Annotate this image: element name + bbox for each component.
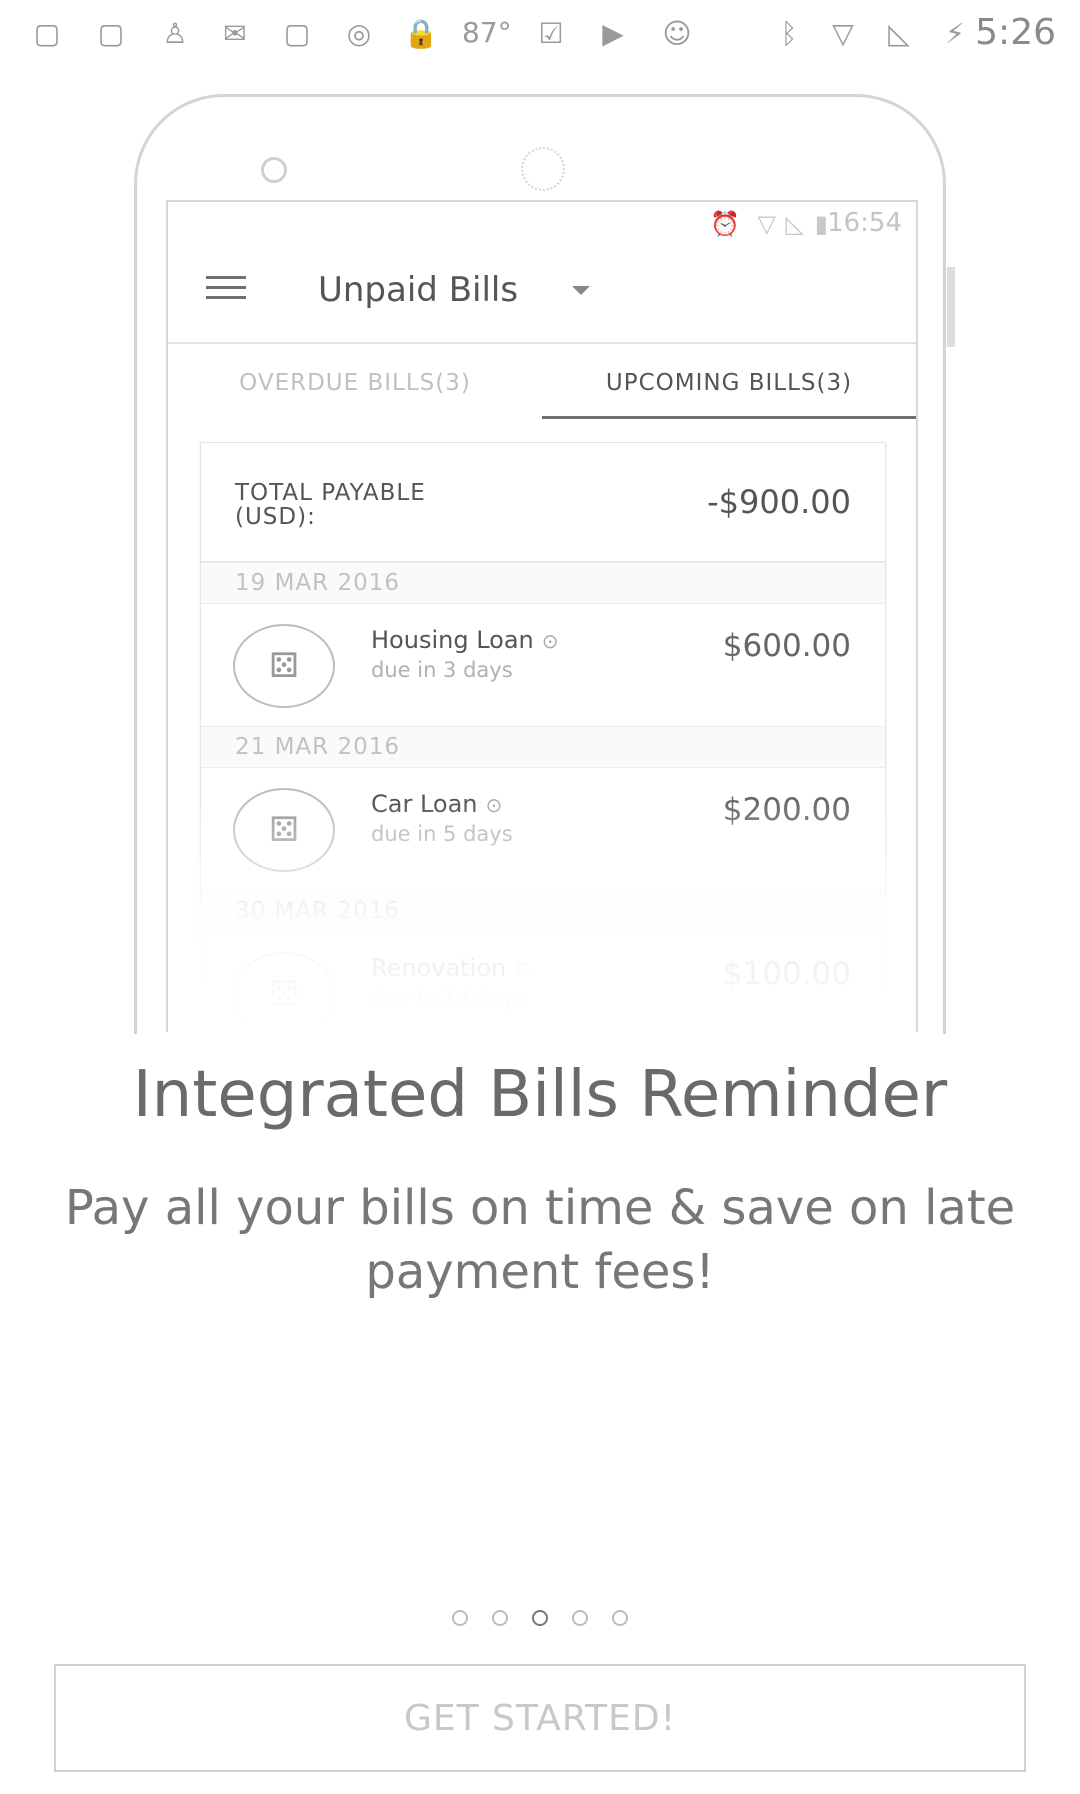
bill-item: ⚄ Renovation ⊙ due in 14 days $100.00 [201, 932, 885, 1032]
bill-name-text: Car Loan [371, 790, 478, 818]
clipboard-check-icon: ☑ [538, 16, 564, 50]
play-store-icon: ▶ [602, 16, 624, 50]
bill-name-text: Renovation [371, 954, 507, 982]
battery-charging-icon: ⚡ [945, 16, 965, 50]
bill-tabs: OVERDUE BILLS(3) UPCOMING BILLS(3) [168, 350, 916, 420]
bluetooth-icon: ᛒ [780, 16, 798, 50]
tab-overdue-bills: OVERDUE BILLS(3) [239, 370, 471, 396]
facebook-icon: ▢ [283, 16, 311, 50]
keyhole-icon: ♙ [162, 16, 188, 50]
wifi-icon: ▽ [832, 16, 854, 50]
lock-icon: 🔒 [403, 16, 439, 50]
android-icon: ☺ [662, 16, 692, 50]
chevron-down-icon [572, 286, 590, 295]
money-icon: ⚄ [233, 624, 335, 708]
date-header: 21 MAR 2016 [201, 727, 885, 768]
total-payable-label: TOTAL PAYABLE (USD): [235, 480, 426, 530]
signal-icon: ◺ [785, 210, 804, 238]
temperature-text: 87° [462, 16, 512, 49]
total-payable-value: -$900.00 [707, 483, 851, 521]
clock: 5:26 [975, 12, 1056, 53]
recurring-icon: ⊙ [514, 957, 531, 981]
no-sim-icon: ◺ [888, 16, 910, 50]
onboarding-title: Integrated Bills Reminder [132, 1058, 948, 1132]
app-title: Unpaid Bills [318, 270, 519, 310]
page-dot[interactable] [452, 1610, 468, 1626]
wifi-icon: ▽ [757, 210, 776, 238]
status-bar: ▢ ▢ ♙ ✉ ▢ ◎ 🔒 87° ☑ ▶ ☺ ᛒ ▽ ◺ ⚡ 5:26 [0, 0, 1080, 66]
side-button [947, 267, 955, 347]
bill-item: ⚄ Housing Loan ⊙ due in 3 days $600.00 [201, 604, 885, 727]
page-dot-active[interactable] [532, 1610, 548, 1626]
tab-upcoming-bills: UPCOMING BILLS(3) [542, 350, 916, 419]
money-icon: ⚄ [233, 952, 335, 1032]
date-header: 30 MAR 2016 [201, 891, 885, 932]
camera-icon [261, 157, 287, 183]
mail-icon: ✉ [223, 16, 247, 50]
bill-amount: $200.00 [722, 792, 851, 828]
bill-amount: $600.00 [722, 628, 851, 664]
page-dot[interactable] [572, 1610, 588, 1626]
recurring-icon: ⊙ [485, 793, 503, 817]
bill-due: due in 3 days [371, 658, 513, 682]
get-started-button[interactable]: GET STARTED! [54, 1664, 1026, 1772]
total-payable-row: TOTAL PAYABLE (USD): -$900.00 [201, 443, 885, 563]
circle-icon: ◎ [346, 16, 372, 50]
date-header: 19 MAR 2016 [201, 563, 885, 604]
page-indicator [0, 1610, 1080, 1626]
recurring-icon: ⊙ [541, 629, 559, 653]
bills-card: TOTAL PAYABLE (USD): -$900.00 19 MAR 201… [200, 442, 886, 1032]
alarm-icon: ⏰ [710, 210, 740, 238]
onboarding-subtitle: Pay all your bills on time & save on lat… [64, 1180, 1016, 1300]
bill-name: Car Loan ⊙ [371, 790, 502, 818]
bill-item: ⚄ Car Loan ⊙ due in 5 days $200.00 [201, 768, 885, 891]
bill-due: due in 14 days [371, 986, 527, 1010]
bill-name: Renovation ⊙ [371, 954, 531, 982]
money-icon: ⚄ [233, 788, 335, 872]
battery-icon: ▮ [814, 210, 828, 238]
mockup-screen: ⏰ ▽ ◺ ▮ 16:54 Unpaid Bills OVERDUE BILLS… [166, 200, 918, 1032]
bill-name-text: Housing Loan [371, 626, 534, 654]
facebook-icon: ▢ [97, 16, 125, 50]
menu-icon [206, 276, 246, 306]
mockup-status-bar: ⏰ ▽ ◺ ▮ 16:54 [168, 202, 916, 242]
page-dot[interactable] [612, 1610, 628, 1626]
facebook-icon: ▢ [33, 16, 61, 50]
app-bar: Unpaid Bills [168, 242, 916, 344]
page-dot[interactable] [492, 1610, 508, 1626]
bill-name: Housing Loan ⊙ [371, 626, 559, 654]
speaker-icon [521, 147, 565, 191]
mockup-time: 16:54 [827, 208, 902, 238]
bill-amount: $100.00 [722, 956, 851, 992]
bill-due: due in 5 days [371, 822, 513, 846]
